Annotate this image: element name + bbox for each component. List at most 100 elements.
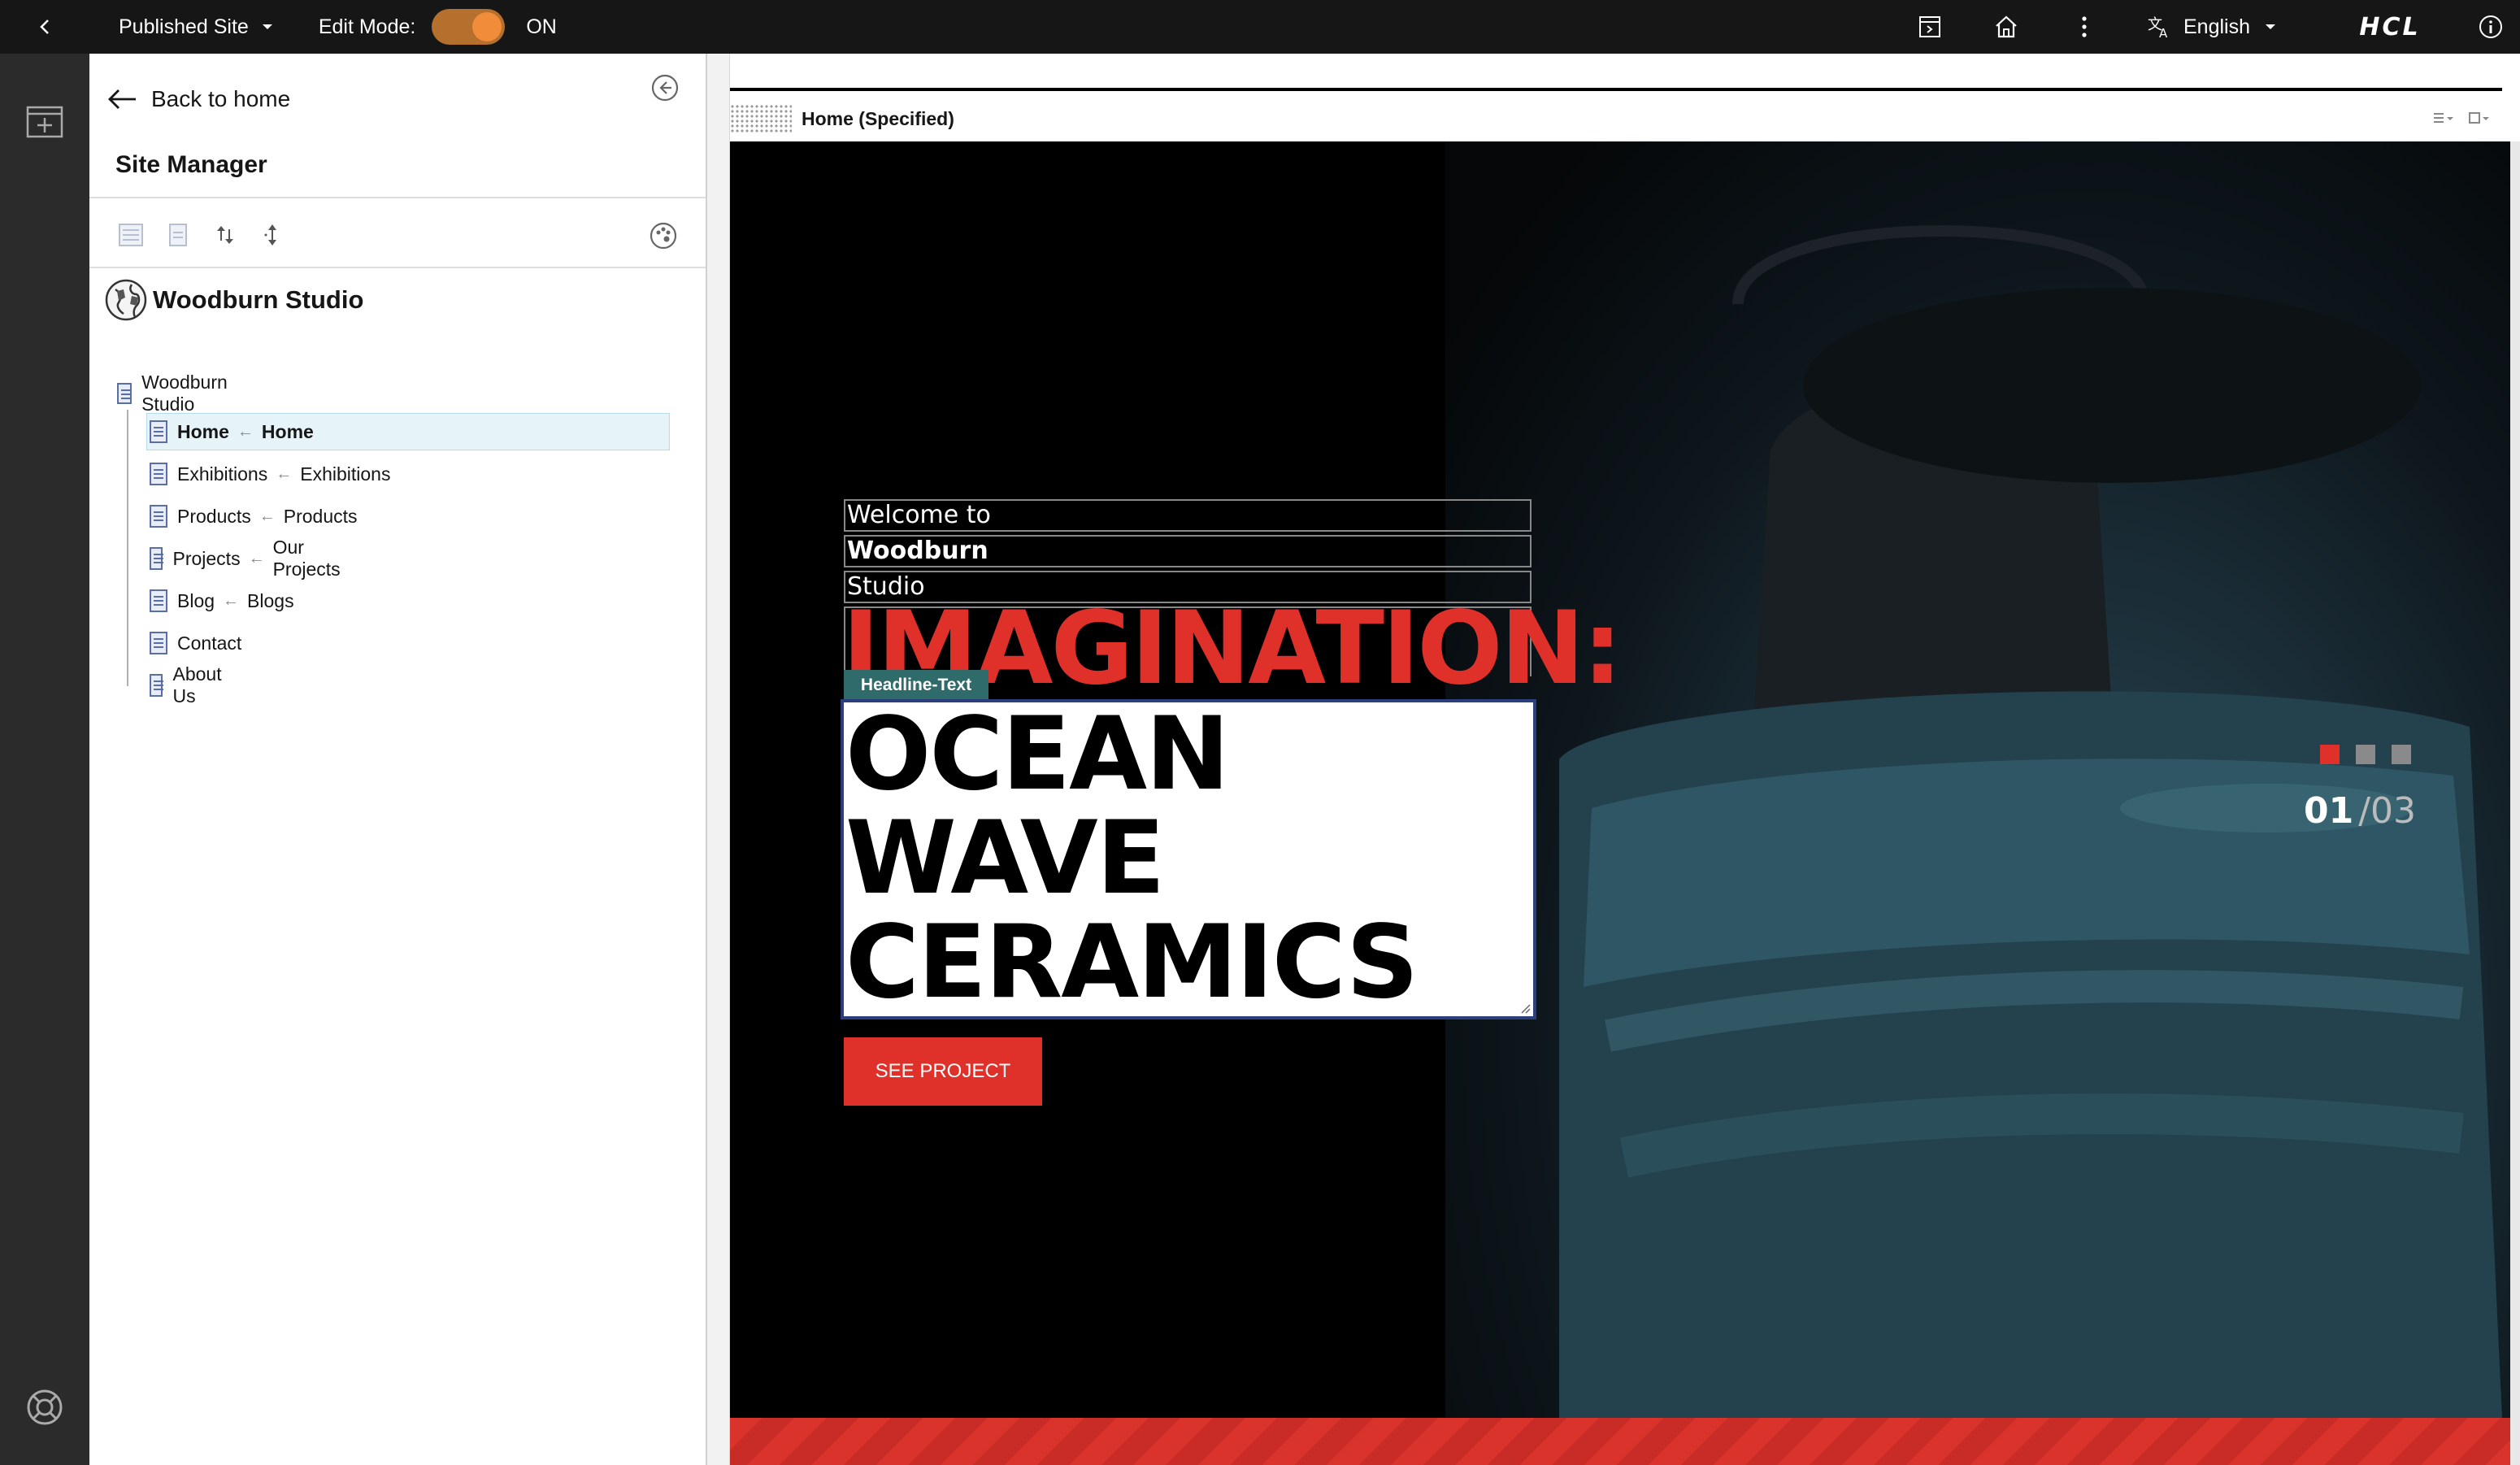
hero-banner: Welcome to Woodburn Studio IMAGINATION: … — [730, 141, 2510, 1418]
layout-menu-icon[interactable] — [2432, 111, 2455, 127]
toggle-knob — [472, 12, 502, 41]
tree-item-about-us[interactable]: About Us — [150, 663, 226, 706]
site-name: Woodburn Studio — [153, 285, 364, 314]
tree-item-target: Our Projects — [272, 537, 341, 580]
slide-indicators — [2320, 745, 2411, 764]
tree-item-projects[interactable]: Projects ← Our Projects — [150, 537, 345, 580]
page-canvas: Home (Specified) Welcome to Woodburn Stu… — [730, 54, 2520, 1465]
collapse-left-icon — [651, 74, 679, 102]
copy-page-icon — [169, 224, 187, 246]
caret-down-icon — [262, 24, 272, 29]
tree-item-label: About Us — [172, 663, 222, 706]
move-up-down-button[interactable] — [211, 221, 239, 253]
preview-icon — [1919, 16, 1940, 37]
chevron-left-icon — [40, 20, 49, 34]
tree-item-label: Products — [177, 505, 251, 527]
language-label: English — [2183, 15, 2250, 38]
see-project-button[interactable]: SEE PROJECT — [844, 1037, 1042, 1106]
link-arrow-icon: ← — [259, 506, 276, 525]
site-header: Woodburn Studio — [104, 278, 363, 322]
edit-mode-toggle[interactable] — [432, 9, 506, 45]
site-settings-button[interactable] — [649, 221, 678, 254]
tree-item-home[interactable]: Home ← Home — [150, 415, 314, 448]
left-rail — [0, 54, 89, 1465]
back-to-home-label: Back to home — [151, 86, 291, 111]
collapse-back-button[interactable] — [0, 0, 91, 54]
tree-item-exhibitions[interactable]: Exhibitions ← Exhibitions — [150, 458, 390, 490]
palette-icon — [650, 222, 677, 250]
more-options-button[interactable] — [2066, 0, 2102, 54]
panel-title: Site Manager — [115, 151, 267, 178]
headline-line-2: WAVE — [845, 800, 1165, 917]
page-icon — [150, 420, 167, 443]
tree-item-products[interactable]: Products ← Products — [150, 500, 358, 533]
site-manager-panel: Back to home Site Manager Woodburn Studi… — [89, 54, 707, 1465]
slide-counter-current: 01 — [2304, 790, 2354, 832]
published-site-dropdown[interactable]: Published Site — [119, 15, 276, 39]
resize-handle-icon[interactable] — [1519, 1002, 1532, 1015]
tree-item-label: Home — [177, 420, 229, 442]
drag-handle-icon[interactable] — [730, 104, 792, 133]
slide-dot[interactable] — [2356, 745, 2375, 764]
page-icon — [150, 589, 167, 612]
tree-root-label: Woodburn Studio — [141, 372, 228, 415]
caret-down-icon — [2266, 24, 2275, 29]
arrow-left-icon — [108, 89, 136, 109]
tree-item-target: Home — [261, 420, 314, 442]
new-page-button[interactable] — [117, 221, 145, 253]
panel-splitter[interactable] — [707, 54, 730, 1465]
collapse-panel-button[interactable] — [650, 73, 680, 107]
move-in-out-button[interactable] — [259, 221, 286, 253]
edit-mode-label: Edit Mode: — [318, 15, 416, 38]
canvas-scroll-gutter[interactable] — [2510, 141, 2520, 1465]
footer-red-band — [730, 1418, 2510, 1465]
preview-button[interactable] — [1910, 0, 1949, 54]
slide-dot-active[interactable] — [2320, 745, 2340, 764]
slide-counter-total: /03 — [2358, 790, 2417, 832]
teapot-illustration — [1559, 225, 2502, 1418]
tree-item-label: Contact — [177, 632, 242, 654]
page-icon — [150, 505, 167, 528]
add-page-button[interactable] — [26, 106, 63, 142]
copy-page-button[interactable] — [164, 221, 192, 253]
tree-item-label: Blog — [177, 589, 215, 611]
language-dropdown[interactable]: 文A English — [2146, 0, 2292, 54]
tree-guide-line — [127, 410, 128, 686]
page-icon — [150, 547, 164, 570]
home-button[interactable] — [1987, 0, 2026, 54]
page-title-bar: Home (Specified) — [730, 96, 2502, 141]
move-arrows-icon — [217, 226, 233, 244]
tree-item-blog[interactable]: Blog ← Blogs — [150, 585, 294, 617]
brand-text[interactable]: Woodburn — [844, 535, 1532, 567]
home-icon — [1996, 15, 2017, 38]
hcl-logo: HCL — [2333, 0, 2447, 54]
lifebuoy-icon — [27, 1389, 63, 1425]
link-arrow-icon: ← — [248, 549, 265, 567]
globe-icon — [105, 279, 147, 321]
page-icon — [150, 674, 164, 697]
headline-line-1: OCEAN — [845, 696, 1230, 813]
tree-toolbar — [117, 221, 286, 253]
translate-icon: 文A — [2148, 16, 2168, 41]
site-root-icon — [117, 383, 133, 404]
window-menu-icon[interactable] — [2468, 111, 2491, 127]
tree-root[interactable]: Woodburn Studio — [117, 372, 234, 415]
edit-mode-group: Edit Mode: ON — [319, 9, 557, 45]
more-vertical-icon — [2082, 16, 2087, 37]
help-button[interactable] — [26, 1389, 63, 1430]
canvas-top-rule — [730, 88, 2502, 91]
svg-text:A: A — [2159, 26, 2168, 41]
tree-item-contact[interactable]: Contact — [150, 627, 241, 659]
back-to-home-link[interactable]: Back to home — [106, 86, 290, 112]
tree-item-target: Products — [283, 505, 358, 527]
headline-text-editor[interactable]: OCEAN WAVE CERAMICS — [841, 699, 1536, 1019]
page-title: Home (Specified) — [802, 107, 954, 129]
ceramic-pot-image — [1445, 141, 2510, 1418]
tree-item-label: Exhibitions — [177, 463, 268, 485]
welcome-text[interactable]: Welcome to — [844, 499, 1532, 532]
link-arrow-icon: ← — [276, 464, 293, 483]
info-button[interactable] — [2471, 0, 2510, 54]
edit-mode-state: ON — [526, 15, 557, 38]
slide-dot[interactable] — [2392, 745, 2411, 764]
title-bar-controls — [2432, 111, 2491, 127]
